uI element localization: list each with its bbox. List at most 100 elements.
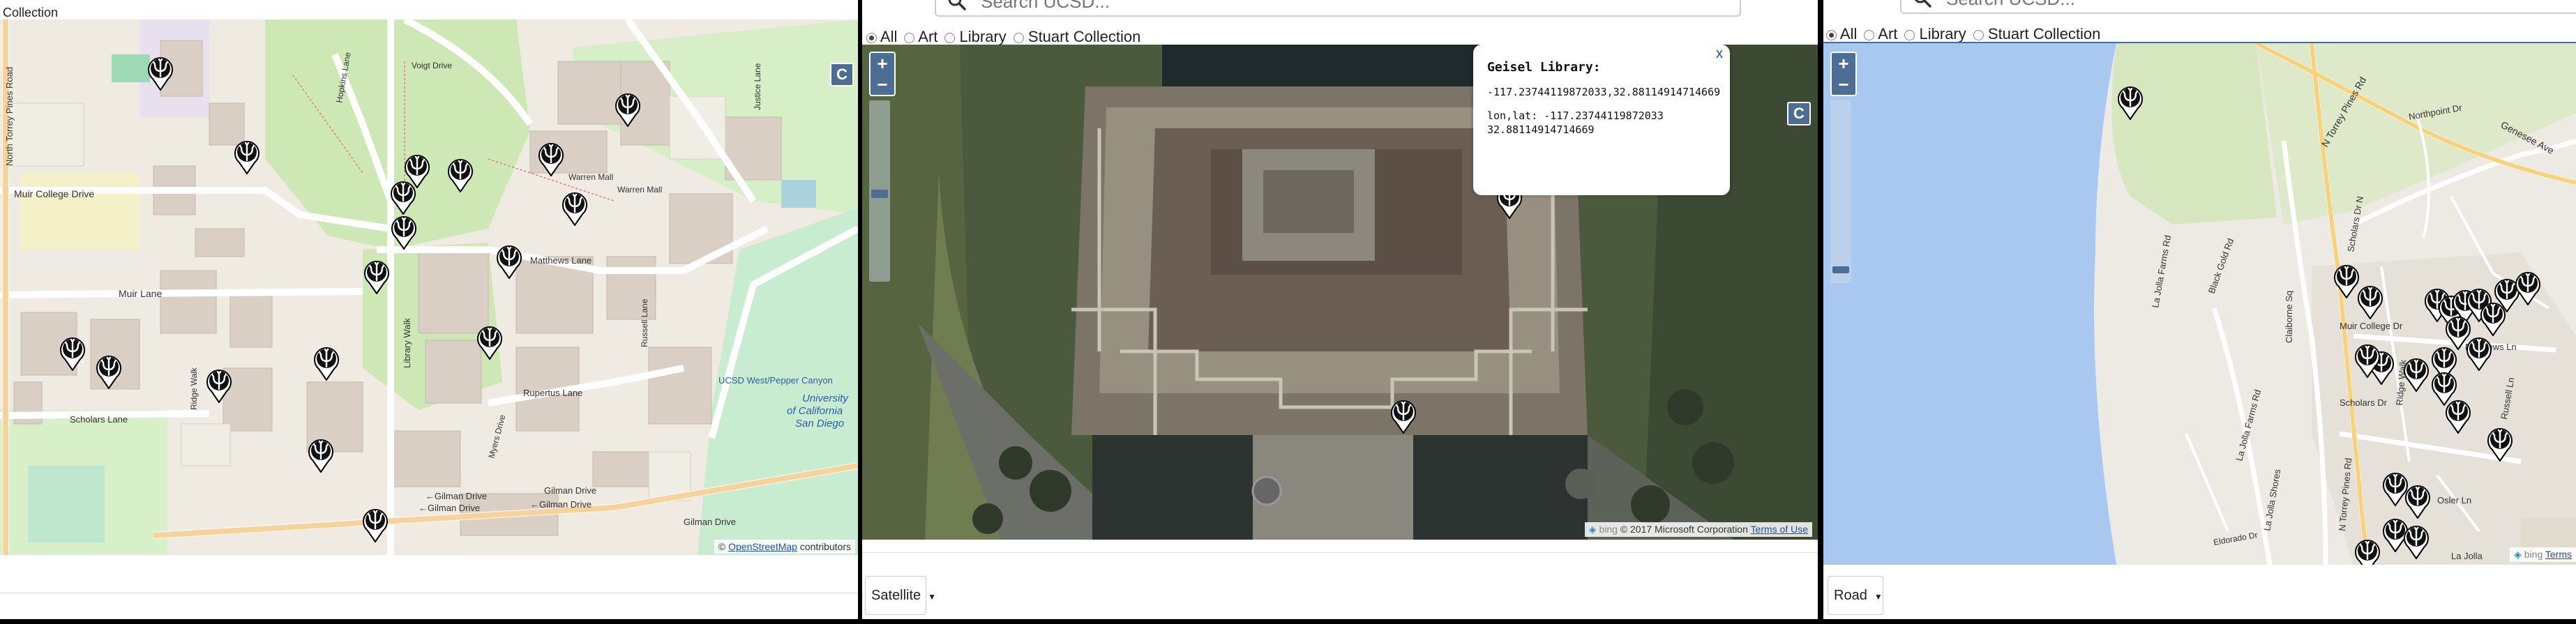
popup-close-button[interactable]: x bbox=[1716, 46, 1723, 62]
terms-of-use-link[interactable]: Terms of Use bbox=[1751, 524, 1808, 535]
zoom-slider-track[interactable] bbox=[869, 100, 890, 282]
road-label-warren-mall-2: Warren Mall bbox=[617, 185, 662, 195]
layer-select-value: Satellite bbox=[871, 588, 921, 603]
bing-logo-text: bing bbox=[2524, 549, 2543, 560]
road-label-la-jolla: La Jolla bbox=[2451, 551, 2483, 561]
road-map[interactable]: N Torrey Pines Rd Genesee Ave Northpoint… bbox=[1823, 42, 2576, 565]
satellite-map[interactable]: + − C x Geisel Library: -117.23744119872… bbox=[862, 45, 1818, 540]
road-label-gilman-1: ←Gilman Drive bbox=[425, 491, 487, 501]
road-label-voigt-drive: Voigt Drive bbox=[412, 61, 452, 70]
road-label-gilman-2: ←Gilman Drive bbox=[419, 503, 480, 513]
zoom-out-button[interactable]: − bbox=[871, 74, 894, 95]
popup-title: Geisel Library: bbox=[1487, 60, 1601, 75]
zoom-slider-handle[interactable] bbox=[1832, 266, 1849, 273]
osm-attribution: © OpenStreetMap contributors bbox=[714, 540, 855, 554]
road-label-library-walk: Library Walk bbox=[402, 318, 412, 368]
label-university-2: of California bbox=[787, 405, 843, 417]
radio-all[interactable]: All bbox=[866, 28, 897, 46]
osm-map[interactable]: North Torrey Pines Road Muir College Dri… bbox=[0, 20, 858, 555]
road-label-justice-lane: Justice Lane bbox=[753, 63, 762, 110]
attribution-copyright: © bbox=[718, 541, 726, 552]
radio-art-label: Art bbox=[918, 28, 938, 45]
radio-art[interactable]: Art bbox=[904, 28, 937, 46]
layer-select-value: Road bbox=[1834, 588, 1867, 603]
map-panel-satellite: All Art Library Stuart Collection bbox=[862, 0, 1818, 619]
road-label-warren-mall: Warren Mall bbox=[568, 172, 613, 182]
label-university-1: University bbox=[802, 393, 849, 404]
radio-stuart-collection[interactable]: Stuart Collection bbox=[1973, 25, 2101, 43]
radio-art-circle[interactable] bbox=[1864, 29, 1875, 40]
chevron-down-icon: ▼ bbox=[928, 592, 937, 602]
radio-all[interactable]: All bbox=[1826, 25, 1857, 43]
radio-stuart-circle[interactable] bbox=[1973, 29, 1984, 40]
radio-stuart-circle[interactable] bbox=[1013, 32, 1024, 43]
search-icon bbox=[1913, 0, 1932, 8]
map-panel-road: All Art Library Stuart Collection bbox=[1823, 0, 2576, 619]
radio-library-circle[interactable] bbox=[944, 32, 956, 43]
bing-logo-text: bing bbox=[1599, 524, 1618, 535]
road-label-muir-college-dr: Muir College Dr bbox=[2340, 321, 2403, 331]
bing-logo-icon: ◈ bbox=[2514, 549, 2522, 560]
radio-art[interactable]: Art bbox=[1864, 25, 1897, 43]
road-label-north-torrey: North Torrey Pines Road bbox=[4, 67, 15, 166]
bing-logo-icon: ◈ bbox=[1588, 524, 1597, 535]
radio-library-circle[interactable] bbox=[1904, 29, 1915, 40]
zoom-slider-track[interactable] bbox=[1830, 100, 1851, 283]
road-label-muir-college-drive: Muir College Drive bbox=[14, 188, 94, 199]
control-c-button[interactable]: C bbox=[830, 63, 854, 86]
radio-art-circle[interactable] bbox=[904, 32, 915, 43]
collection-pin[interactable] bbox=[2354, 539, 2381, 565]
road-label-ridge-walk: Ridge Walk bbox=[189, 367, 199, 410]
filter-radios: All Art Library Stuart Collection bbox=[866, 28, 1140, 46]
filter-radios: All Art Library Stuart Collection bbox=[1826, 25, 2100, 43]
road-label-claiborne-sq: Claiborne Sq bbox=[2284, 291, 2294, 343]
radio-all-label: All bbox=[880, 28, 898, 45]
road-map-canvas[interactable]: N Torrey Pines Rd Genesee Ave Northpoint… bbox=[1823, 43, 2576, 565]
attribution-copyright: © 2017 Microsoft Corporation bbox=[1620, 524, 1748, 535]
chevron-down-icon: ▼ bbox=[1874, 592, 1883, 602]
radio-stuart-collection[interactable]: Stuart Collection bbox=[1013, 28, 1141, 46]
popup-lonlat-line1: lon,lat: -117.23744119872033 bbox=[1487, 109, 1664, 122]
osm-map-canvas[interactable]: North Torrey Pines Road Muir College Dri… bbox=[0, 20, 858, 555]
road-label-matthews-lane: Matthews Lane bbox=[530, 255, 592, 266]
radio-library[interactable]: Library bbox=[944, 28, 1007, 46]
search-bar[interactable] bbox=[1900, 0, 2576, 14]
feature-popup: x Geisel Library: -117.23744119872033,32… bbox=[1473, 45, 1730, 195]
road-label-russell-lane: Russell Lane bbox=[640, 298, 649, 347]
road-label-osler-ln: Osler Ln bbox=[2437, 495, 2471, 505]
openstreetmap-link[interactable]: OpenStreetMap bbox=[728, 541, 797, 552]
radio-library-label: Library bbox=[1919, 25, 1966, 43]
search-input[interactable] bbox=[1945, 0, 2492, 10]
layer-select[interactable]: Road ▼ bbox=[1828, 576, 1883, 615]
radio-library[interactable]: Library bbox=[1904, 25, 1966, 43]
radio-stuart-label: Stuart Collection bbox=[1987, 25, 2101, 43]
layer-select[interactable]: Satellite ▼ bbox=[865, 576, 936, 615]
attribution-suffix: contributors bbox=[799, 541, 851, 552]
radio-stuart-label: Stuart Collection bbox=[1027, 28, 1141, 45]
label-university-3: San Diego bbox=[795, 418, 844, 429]
zoom-in-button[interactable]: + bbox=[1832, 53, 1855, 74]
road-label-scholars-dr: Scholars Dr bbox=[2340, 397, 2388, 408]
search-bar[interactable] bbox=[935, 0, 1741, 17]
map-panel-osm: Collection North Torrey Pines Road Muir … bbox=[0, 0, 858, 619]
radio-all-circle[interactable] bbox=[1826, 29, 1837, 40]
bing-attribution: ◈ bing Terms bbox=[2510, 547, 2576, 562]
zoom-in-button[interactable]: + bbox=[871, 53, 894, 74]
bing-attribution: ◈ bing © 2017 Microsoft Corporation Term… bbox=[1584, 522, 1812, 537]
search-input[interactable] bbox=[979, 0, 1625, 13]
control-c-button[interactable]: C bbox=[1787, 102, 1811, 125]
zoom-slider-handle[interactable] bbox=[871, 190, 888, 198]
zoom-controls: + − bbox=[1830, 52, 1857, 96]
road-label-gilman-4: ←Gilman Drive bbox=[530, 499, 592, 510]
radio-art-label: Art bbox=[1878, 25, 1898, 43]
zoom-out-button[interactable]: − bbox=[1832, 74, 1855, 95]
radio-library-label: Library bbox=[959, 28, 1007, 45]
collection-title: Collection bbox=[3, 6, 59, 20]
terms-link[interactable]: Terms bbox=[2545, 549, 2572, 560]
road-label-gilman-5: Gilman Drive bbox=[684, 517, 736, 527]
radio-all-label: All bbox=[1839, 25, 1858, 43]
zoom-controls: + − bbox=[869, 52, 896, 96]
panel2-divider bbox=[862, 552, 1818, 553]
road-label-gilman-3: Gilman Drive bbox=[544, 485, 596, 496]
radio-all-circle[interactable] bbox=[866, 32, 877, 43]
